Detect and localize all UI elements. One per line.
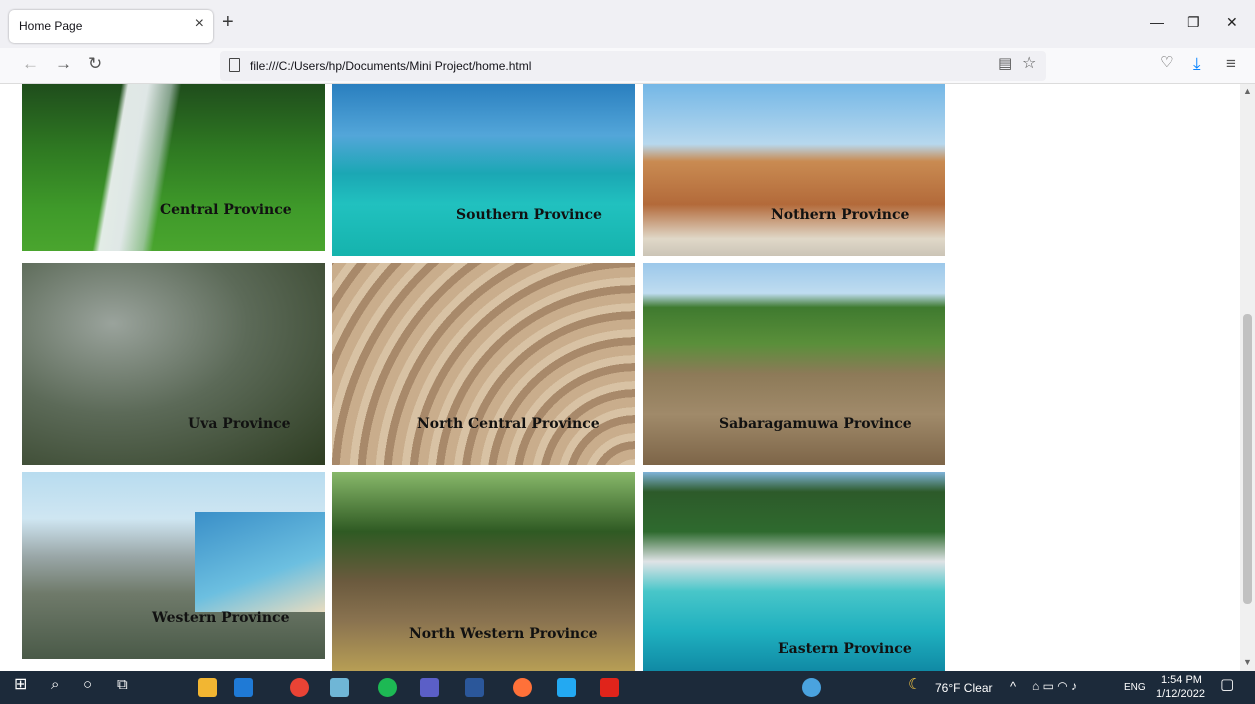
page-content: Central Province Southern Province Nothe… bbox=[0, 84, 1240, 671]
province-card-uva[interactable]: Uva Province bbox=[22, 263, 325, 465]
close-window-icon[interactable]: ✕ bbox=[1226, 14, 1238, 31]
minimize-icon[interactable]: — bbox=[1150, 14, 1164, 30]
vscode-icon[interactable] bbox=[557, 678, 576, 697]
cortana-icon[interactable]: ○ bbox=[83, 677, 92, 692]
help-icon[interactable] bbox=[802, 678, 821, 697]
file-explorer-icon[interactable] bbox=[198, 678, 217, 697]
province-label: Southern Province bbox=[456, 207, 602, 223]
word-icon[interactable] bbox=[465, 678, 484, 697]
moon-weather-icon: ☾ bbox=[908, 676, 922, 693]
province-card-north-central[interactable]: North Central Province bbox=[332, 263, 635, 465]
tab-home-page[interactable]: Home Page × bbox=[9, 10, 213, 43]
spotify-icon[interactable] bbox=[378, 678, 397, 697]
province-label: Eastern Province bbox=[778, 641, 912, 657]
province-card-north-western[interactable]: North Western Province bbox=[332, 472, 635, 671]
address-bar[interactable]: file:///C:/Users/hp/Documents/Mini Proje… bbox=[220, 51, 1046, 81]
language-indicator[interactable]: ENG bbox=[1124, 682, 1146, 693]
scroll-thumb[interactable] bbox=[1243, 314, 1252, 604]
province-label: Uva Province bbox=[188, 416, 291, 432]
url-text[interactable]: file:///C:/Users/hp/Documents/Mini Proje… bbox=[250, 59, 531, 73]
province-card-western[interactable]: Western Province bbox=[22, 472, 325, 659]
scroll-up-icon[interactable]: ▲ bbox=[1243, 86, 1252, 96]
province-label: North Western Province bbox=[409, 626, 598, 642]
app-icon[interactable] bbox=[330, 678, 349, 697]
forward-icon[interactable]: → bbox=[55, 55, 72, 72]
province-card-northern[interactable]: Nothern Province bbox=[643, 84, 945, 256]
acrobat-icon[interactable] bbox=[600, 678, 619, 697]
chrome-icon[interactable] bbox=[290, 678, 309, 697]
notification-icon[interactable]: ▢ bbox=[1220, 677, 1234, 692]
task-view-icon[interactable]: ⧉ bbox=[117, 677, 128, 692]
province-card-central[interactable]: Central Province bbox=[22, 84, 325, 251]
tab-strip: Home Page × + — ❐ ✕ bbox=[0, 0, 1255, 48]
mail-icon[interactable] bbox=[234, 678, 253, 697]
clock-time[interactable]: 1:54 PM bbox=[1161, 674, 1202, 686]
nav-bar: ← → ↻ file:///C:/Users/hp/Documents/Mini… bbox=[0, 48, 1255, 84]
teams-icon[interactable] bbox=[420, 678, 439, 697]
menu-icon[interactable]: ≡ bbox=[1226, 55, 1236, 72]
vertical-scrollbar[interactable]: ▲ ▼ bbox=[1240, 84, 1255, 671]
tab-title: Home Page bbox=[19, 19, 83, 33]
close-tab-icon[interactable]: × bbox=[195, 15, 204, 33]
province-label: Nothern Province bbox=[771, 207, 910, 223]
reload-icon[interactable]: ↻ bbox=[88, 55, 102, 72]
province-card-southern[interactable]: Southern Province bbox=[332, 84, 635, 256]
restore-icon[interactable]: ❐ bbox=[1187, 14, 1200, 31]
page-info-icon[interactable] bbox=[229, 58, 240, 72]
firefox-icon[interactable] bbox=[513, 678, 532, 697]
download-icon[interactable]: ⤓ bbox=[1193, 55, 1201, 72]
tray-icons[interactable]: ⌂ ▭ ◠ ♪ bbox=[1032, 680, 1077, 692]
weather-text[interactable]: 76°F Clear bbox=[935, 681, 993, 695]
province-label: Western Province bbox=[152, 610, 290, 626]
reader-view-icon[interactable]: ▤ bbox=[998, 56, 1012, 71]
new-tab-button[interactable]: + bbox=[222, 12, 234, 32]
province-label: Central Province bbox=[160, 202, 292, 218]
clock-date[interactable]: 1/12/2022 bbox=[1156, 688, 1205, 700]
taskbar: ⊞ ⌕ ○ ⧉ ☾ 76°F Clear ^ ⌂ ▭ ◠ ♪ ENG 1:54 … bbox=[0, 671, 1255, 704]
back-icon[interactable]: ← bbox=[22, 55, 39, 72]
bookmark-star-icon[interactable]: ☆ bbox=[1022, 56, 1036, 72]
browser-window: Home Page × + — ❐ ✕ ← → ↻ file:///C:/Use… bbox=[0, 0, 1255, 671]
chevron-up-icon[interactable]: ^ bbox=[1010, 680, 1016, 693]
windows-start-icon[interactable]: ⊞ bbox=[14, 677, 27, 693]
pocket-icon[interactable]: ♡ bbox=[1160, 55, 1173, 70]
province-label: North Central Province bbox=[417, 416, 600, 432]
scroll-down-icon[interactable]: ▼ bbox=[1243, 657, 1252, 667]
province-card-eastern[interactable]: Eastern Province bbox=[643, 472, 945, 671]
province-label: Sabaragamuwa Province bbox=[719, 416, 912, 432]
province-card-sabaragamuwa[interactable]: Sabaragamuwa Province bbox=[643, 263, 945, 465]
search-icon[interactable]: ⌕ bbox=[51, 677, 59, 692]
